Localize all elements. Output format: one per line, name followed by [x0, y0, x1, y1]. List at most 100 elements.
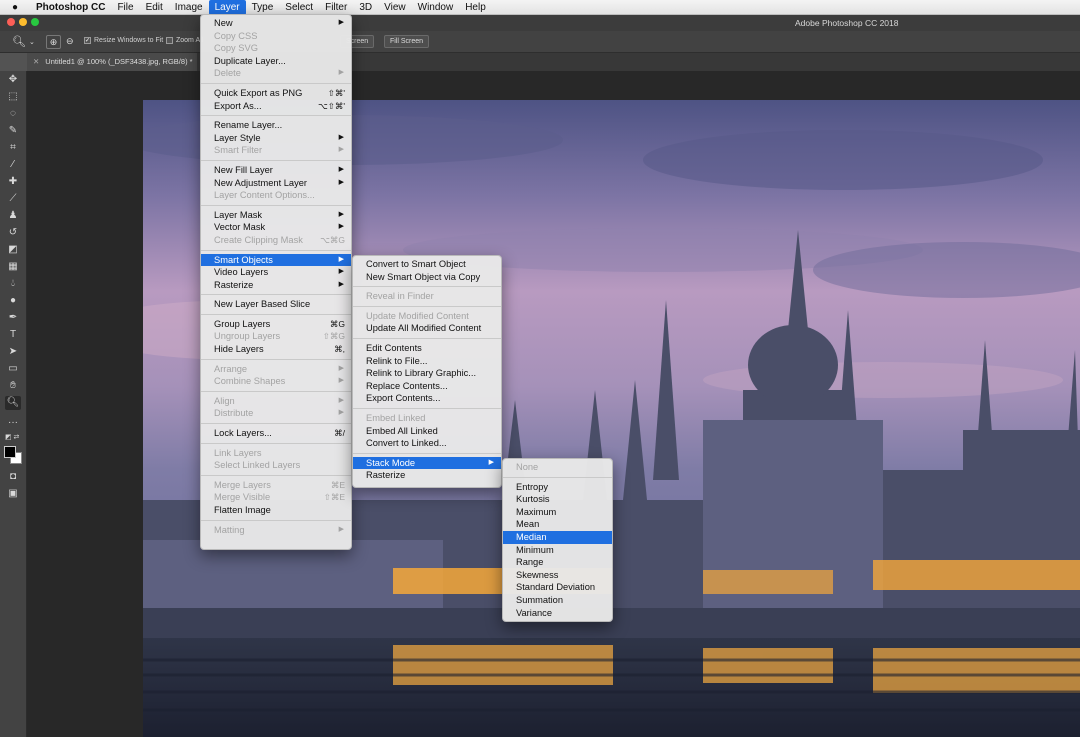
- clone-stamp-tool-icon[interactable]: ♟: [5, 209, 21, 223]
- menu-item-group-layers[interactable]: Group Layers ⌘G: [201, 318, 351, 331]
- menu-item-new[interactable]: New ▶: [201, 17, 351, 30]
- menu-window[interactable]: Window: [412, 0, 460, 15]
- menu-item-variance[interactable]: Variance: [503, 607, 612, 620]
- dodge-tool-icon[interactable]: ●: [5, 294, 21, 308]
- menu-item-edit-contents[interactable]: Edit Contents: [353, 342, 501, 355]
- menu-item-range[interactable]: Range: [503, 556, 612, 569]
- menu-item-embed-all-linked[interactable]: Embed All Linked: [353, 425, 501, 438]
- rectangle-tool-icon[interactable]: ▭: [5, 362, 21, 376]
- menu-item-reveal-in-finder: Reveal in Finder: [353, 290, 501, 303]
- quick-select-tool-icon[interactable]: ✎: [5, 124, 21, 138]
- menu-select[interactable]: Select: [279, 0, 319, 15]
- menu-item-rasterize[interactable]: Rasterize ▶: [201, 279, 351, 292]
- close-icon[interactable]: [7, 18, 15, 26]
- quick-mask-icon[interactable]: ◘: [5, 470, 21, 484]
- resize-windows-checkbox[interactable]: ✓ Resize Windows to Fit: [84, 37, 163, 44]
- menu-item-update-all-modified-content[interactable]: Update All Modified Content: [353, 322, 501, 335]
- menu-view[interactable]: View: [378, 0, 412, 15]
- menu-item-flatten-image[interactable]: Flatten Image: [201, 504, 351, 517]
- zoom-tool-icon[interactable]: 🔍︎: [12, 35, 26, 48]
- more-tools-icon[interactable]: ···: [5, 416, 21, 430]
- menu-file[interactable]: File: [111, 0, 139, 15]
- healing-brush-tool-icon[interactable]: ✚: [5, 175, 21, 189]
- eraser-tool-icon[interactable]: ◩: [5, 243, 21, 257]
- menu-item-entropy[interactable]: Entropy: [503, 481, 612, 494]
- menu-item-duplicate-layer[interactable]: Duplicate Layer...: [201, 55, 351, 68]
- menu-item-label: Update All Modified Content: [366, 323, 482, 334]
- gradient-tool-icon[interactable]: ▦: [5, 260, 21, 274]
- close-tab-icon[interactable]: ✕: [33, 57, 39, 66]
- history-brush-tool-icon[interactable]: ↺: [5, 226, 21, 240]
- fill-screen-button[interactable]: Fill Screen: [384, 35, 430, 48]
- pen-tool-icon[interactable]: ✒: [5, 311, 21, 325]
- menu-item-embed-linked: Embed Linked: [353, 412, 501, 425]
- menu-layer[interactable]: Layer: [208, 0, 246, 15]
- shortcut-label: ⇧⌘': [327, 87, 345, 98]
- menu-item-new-fill-layer[interactable]: New Fill Layer ▶: [201, 164, 351, 177]
- apple-icon[interactable]: ●: [0, 2, 30, 13]
- menu-item-relink-to-file[interactable]: Relink to File...: [353, 355, 501, 368]
- blur-tool-icon[interactable]: 💧︎: [5, 277, 21, 291]
- toolbox: ✥ ⬚ ◌ ✎ ⌗ ⁄ ✚ ⟋ ♟ ↺ ◩ ▦ 💧︎ ● ✒ T ➤ ▭ ✋︎ …: [0, 71, 27, 737]
- menu-app[interactable]: Photoshop CC: [30, 0, 111, 15]
- menu-item-export-as[interactable]: Export As... ⌥⇧⌘': [201, 100, 351, 113]
- menu-item-convert-to-linked[interactable]: Convert to Linked...: [353, 437, 501, 450]
- eyedropper-tool-icon[interactable]: ⁄: [5, 158, 21, 172]
- menu-item-lock-layers[interactable]: Lock Layers... ⌘/: [201, 427, 351, 440]
- menu-item-standard-deviation[interactable]: Standard Deviation: [503, 581, 612, 594]
- default-colors-icon[interactable]: ◩ ⇄: [5, 431, 21, 445]
- marquee-tool-icon[interactable]: ⬚: [5, 90, 21, 104]
- brush-tool-icon[interactable]: ⟋: [5, 192, 21, 206]
- menu-item-relink-to-library-graphic[interactable]: Relink to Library Graphic...: [353, 367, 501, 380]
- menu-item-label: Embed All Linked: [366, 425, 438, 436]
- menu-item-layer-style[interactable]: Layer Style ▶: [201, 132, 351, 145]
- lasso-tool-icon[interactable]: ◌: [5, 107, 21, 121]
- menu-item-kurtosis[interactable]: Kurtosis: [503, 493, 612, 506]
- hand-tool-icon[interactable]: ✋︎: [5, 379, 21, 393]
- chevron-down-icon[interactable]: ⌄: [29, 38, 35, 46]
- menu-item-smart-objects[interactable]: Smart Objects ▶: [201, 253, 351, 267]
- menu-filter[interactable]: Filter: [319, 0, 353, 15]
- menu-item-summation[interactable]: Summation: [503, 594, 612, 607]
- menu-item-video-layers[interactable]: Video Layers ▶: [201, 266, 351, 279]
- menu-item-replace-contents[interactable]: Replace Contents...: [353, 380, 501, 393]
- menu-item-vector-mask[interactable]: Vector Mask ▶: [201, 221, 351, 234]
- menu-item-label: Delete: [214, 68, 241, 79]
- foreground-color-swatch[interactable]: [4, 446, 16, 458]
- menu-item-layer-mask[interactable]: Layer Mask ▶: [201, 209, 351, 222]
- menu-item-so-rasterize[interactable]: Rasterize: [353, 469, 501, 482]
- menu-edit[interactable]: Edit: [140, 0, 169, 15]
- menu-item-label: Group Layers: [214, 318, 271, 329]
- crop-tool-icon[interactable]: ⌗: [5, 141, 21, 155]
- menu-item-maximum[interactable]: Maximum: [503, 506, 612, 519]
- minimize-icon[interactable]: [19, 18, 27, 26]
- document-tab[interactable]: ✕ Untitled1 @ 100% (_DSF3438.jpg, RGB/8) …: [27, 53, 197, 71]
- menu-help[interactable]: Help: [459, 0, 492, 15]
- maximize-icon[interactable]: [31, 18, 39, 26]
- zoom-tool-icon[interactable]: 🔍︎: [5, 396, 21, 410]
- screen-mode-icon[interactable]: ▣: [5, 487, 21, 501]
- zoom-all-checkbox[interactable]: Zoom All: [166, 37, 203, 44]
- menu-type[interactable]: Type: [246, 0, 280, 15]
- menu-image[interactable]: Image: [169, 0, 209, 15]
- menu-item-matting: Matting ▶: [201, 524, 351, 537]
- menu-item-new-smart-object-via-copy[interactable]: New Smart Object via Copy: [353, 271, 501, 284]
- type-tool-icon[interactable]: T: [5, 328, 21, 342]
- menu-item-hide-layers[interactable]: Hide Layers ⌘,: [201, 343, 351, 356]
- menu-item-quick-export[interactable]: Quick Export as PNG ⇧⌘': [201, 87, 351, 100]
- menu-item-new-adjustment-layer[interactable]: New Adjustment Layer ▶: [201, 177, 351, 190]
- move-tool-icon[interactable]: ✥: [5, 73, 21, 87]
- menu-item-skewness[interactable]: Skewness: [503, 569, 612, 582]
- menu-item-stack-mode[interactable]: Stack Mode ▶: [353, 456, 501, 470]
- menu-item-convert-to-smart-object[interactable]: Convert to Smart Object: [353, 258, 501, 271]
- menu-item-rename-layer[interactable]: Rename Layer...: [201, 119, 351, 132]
- path-selection-tool-icon[interactable]: ➤: [5, 345, 21, 359]
- menu-item-new-layer-based-slice[interactable]: New Layer Based Slice: [201, 298, 351, 311]
- menu-item-minimum[interactable]: Minimum: [503, 544, 612, 557]
- menu-item-median[interactable]: Median: [503, 530, 612, 544]
- menu-item-export-contents[interactable]: Export Contents...: [353, 392, 501, 405]
- zoom-in-icon[interactable]: ⊕: [46, 35, 61, 49]
- zoom-out-icon[interactable]: ⊖: [66, 36, 74, 47]
- menu-item-mean[interactable]: Mean: [503, 518, 612, 531]
- menu-3d[interactable]: 3D: [353, 0, 378, 15]
